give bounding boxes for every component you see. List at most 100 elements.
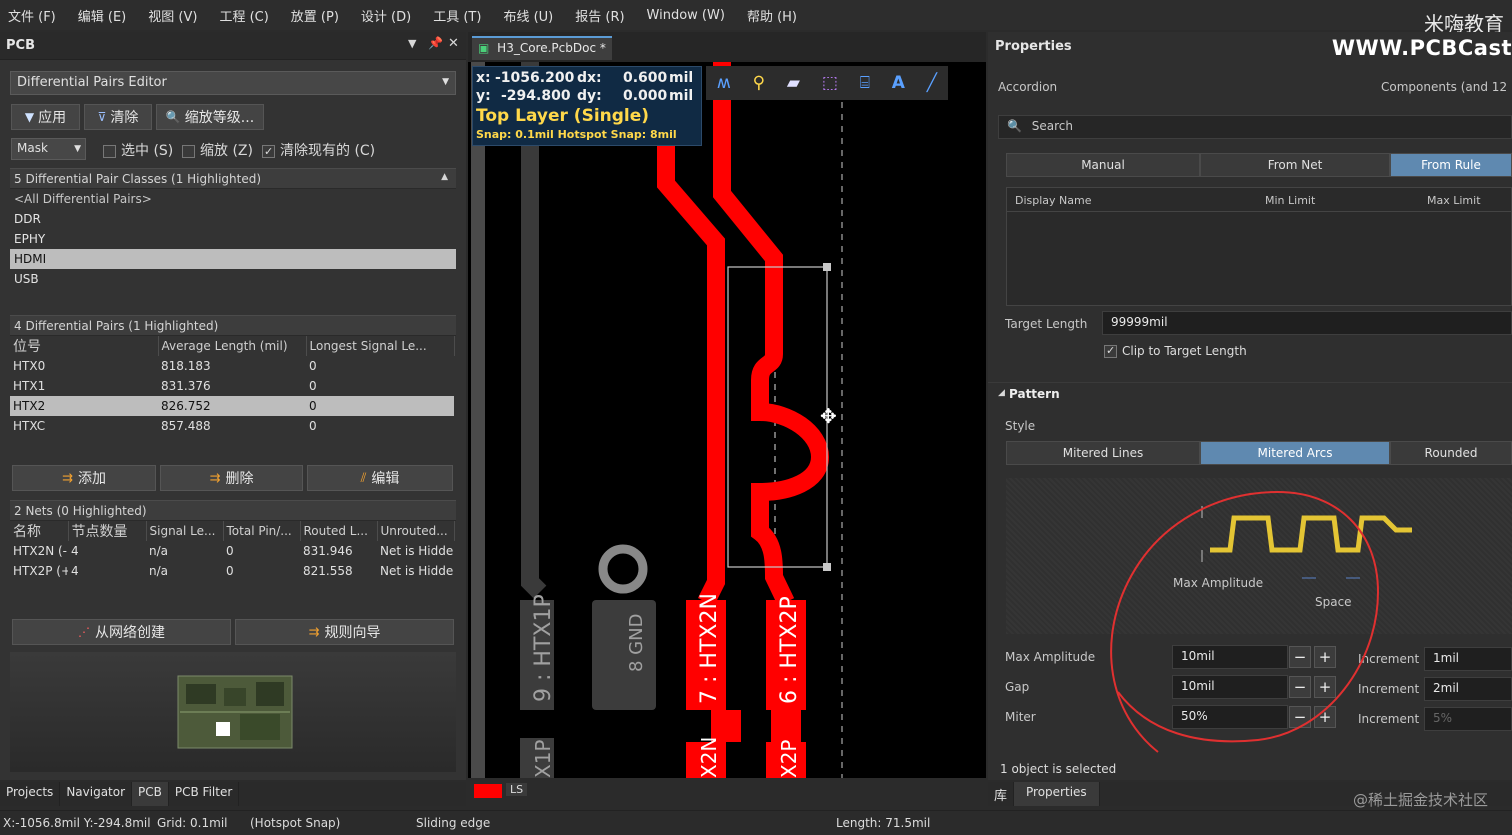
menu-window[interactable]: Window (W) <box>647 8 725 23</box>
zoom-checkbox[interactable]: 缩放 (Z) <box>182 140 253 160</box>
target-length-input[interactable]: 99999mil <box>1102 311 1512 335</box>
panel-menu-icon[interactable]: ▼ <box>408 37 416 50</box>
table-cell: 0 <box>309 419 317 433</box>
pcb-doc-icon: ▣ <box>478 41 490 55</box>
tab-pcb[interactable]: PCB <box>132 782 169 806</box>
table-row[interactable]: HTX0 818.183 0 <box>10 356 454 376</box>
table-row[interactable]: HTX2N (-) 4 n/a 0 831.946 Net is Hidde <box>10 541 454 561</box>
amplitude-increment-input[interactable]: 1mil <box>1424 647 1512 671</box>
search-field[interactable]: 🔍 Search <box>998 115 1512 139</box>
menu-tools[interactable]: 工具 (T) <box>433 6 481 25</box>
clip-checkbox[interactable]: Clip to Target Length <box>1104 344 1247 358</box>
tab-mitered-lines[interactable]: Mitered Lines <box>1006 441 1200 465</box>
board-preview[interactable] <box>10 652 456 772</box>
tab-properties[interactable]: Properties <box>1014 782 1100 806</box>
menu-view[interactable]: 视图 (V) <box>148 6 197 25</box>
menu-design[interactable]: 设计 (D) <box>361 6 411 25</box>
tab-from-rule[interactable]: From Rule <box>1390 153 1512 177</box>
table-cell: 831.946 <box>303 544 353 558</box>
table-row[interactable]: HTX1 831.376 0 <box>10 376 454 396</box>
column-header[interactable]: Signal Le... <box>146 521 224 541</box>
draw-line-icon[interactable]: ╱ <box>927 73 937 93</box>
list-item[interactable]: EPHY <box>10 229 456 249</box>
list-item[interactable]: USB <box>10 269 456 289</box>
close-icon[interactable]: ✕ <box>448 36 459 51</box>
tab-library[interactable]: 库 <box>988 782 1015 806</box>
column-header[interactable]: Routed L... <box>300 521 378 541</box>
add-pair-button[interactable]: ⇉ 添加 <box>12 465 156 491</box>
mask-select[interactable]: Mask ▼ <box>11 138 86 160</box>
menu-edit[interactable]: 编辑 (E) <box>78 6 127 25</box>
edit-pair-button[interactable]: ⫽ 编辑 <box>307 465 453 491</box>
text-icon[interactable]: A <box>892 73 905 93</box>
column-header[interactable]: 名称 <box>10 521 69 541</box>
column-header[interactable]: Unrouted... <box>377 521 455 541</box>
select-checkbox[interactable]: 选中 (S) <box>103 140 173 160</box>
current-layer-swatch[interactable] <box>474 784 502 798</box>
pin-icon[interactable]: 📌 <box>428 36 443 50</box>
menu-file[interactable]: 文件 (F) <box>8 6 56 25</box>
pad-icon[interactable]: ⚲ <box>753 73 765 93</box>
active-bar: ʍ ⚲ ▰ ⬚ ⌸ A ╱ <box>706 66 948 100</box>
wizard-icon: ⇉ <box>308 624 320 640</box>
list-item[interactable]: DDR <box>10 209 456 229</box>
left-bottom-tabs: Projects Navigator PCB PCB Filter <box>0 782 466 806</box>
column-header[interactable]: Total Pin/... <box>223 521 301 541</box>
apply-button[interactable]: ▼ 应用 <box>11 104 80 130</box>
table-row[interactable]: HTXC 857.488 0 <box>10 416 454 436</box>
checkbox-box <box>1104 345 1117 358</box>
gap-increment-input[interactable]: 2mil <box>1424 677 1512 701</box>
column-header[interactable]: Display Name <box>1015 194 1092 207</box>
hud-y-value: -294.800 <box>501 88 571 104</box>
tab-mitered-arcs[interactable]: Mitered Arcs <box>1200 441 1390 465</box>
miter-increment-input[interactable]: 5% <box>1424 707 1512 731</box>
tab-rounded[interactable]: Rounded <box>1390 441 1512 465</box>
interactive-routing-icon[interactable]: ʍ <box>717 73 731 93</box>
pcb-canvas[interactable]: ✥ 9 : HTX1P 8 GND 7 : HTX2N 6 : HTX2P X1… <box>468 62 986 778</box>
list-item[interactable]: <All Differential Pairs> <box>10 189 456 209</box>
table-row-selected[interactable]: HTX2 826.752 0 <box>10 396 454 416</box>
menu-project[interactable]: 工程 (C) <box>219 6 268 25</box>
tab-projects[interactable]: Projects <box>0 782 61 806</box>
tab-manual[interactable]: Manual <box>1006 153 1200 177</box>
panel-mode-select[interactable]: Differential Pairs Editor ▼ <box>10 71 456 95</box>
checkbox-box <box>262 144 275 158</box>
menu-route[interactable]: 布线 (U) <box>503 6 553 25</box>
status-grid: Grid: 0.1mil <box>157 816 228 830</box>
zoom-level-button[interactable]: 🔍 缩放等级... <box>156 104 264 130</box>
table-cell: HTXC <box>13 419 46 433</box>
column-header[interactable]: Longest Signal Le... <box>306 336 455 356</box>
collapse-triangle-icon[interactable]: ◢ <box>998 388 1005 398</box>
column-header[interactable]: 位号 <box>10 336 159 356</box>
fill-icon[interactable]: ▰ <box>787 73 800 93</box>
column-header[interactable]: Average Length (mil) <box>158 336 307 356</box>
pad-label-htx2n: 7 : HTX2N <box>697 593 722 704</box>
tab-pcb-filter[interactable]: PCB Filter <box>169 782 240 806</box>
menu-help[interactable]: 帮助 (H) <box>747 6 797 25</box>
pairs-header-text: 4 Differential Pairs (1 Highlighted) <box>14 319 219 333</box>
document-tab[interactable]: ▣ H3_Core.PcbDoc * <box>472 36 612 60</box>
list-item-selected[interactable]: HDMI <box>10 249 456 269</box>
dimension-icon[interactable]: ⌸ <box>860 73 870 93</box>
menu-place[interactable]: 放置 (P) <box>291 6 339 25</box>
table-row[interactable]: HTX2P (+ 4 n/a 0 821.558 Net is Hidde <box>10 561 454 581</box>
hud-dy-label: dy: <box>577 88 602 104</box>
selection-status: 1 object is selected <box>1000 762 1117 776</box>
clear-button[interactable]: ⊽ 清除 <box>84 104 152 130</box>
collapse-icon[interactable]: ▲ <box>441 172 448 182</box>
column-header[interactable]: Min Limit <box>1265 194 1315 207</box>
menu-reports[interactable]: 报告 (R) <box>575 6 624 25</box>
line-icon[interactable]: ⬚ <box>822 73 838 93</box>
clear-existing-checkbox[interactable]: 清除现有的 (C) <box>262 140 375 160</box>
delete-pair-button[interactable]: ⇉ 删除 <box>160 465 303 491</box>
layer-set-tab[interactable]: LS <box>506 783 528 796</box>
rule-wizard-button[interactable]: ⇉ 规则向导 <box>235 619 454 645</box>
column-header[interactable]: 节点数量 <box>68 521 147 541</box>
column-header[interactable]: Max Limit <box>1427 194 1481 207</box>
create-from-nets-button[interactable]: ⋰ 从网络创建 <box>12 619 231 645</box>
nets-header: 2 Nets (0 Highlighted) <box>10 500 456 521</box>
tab-from-net[interactable]: From Net <box>1200 153 1390 177</box>
hud-x-label: x: <box>476 70 491 86</box>
table-cell: HTX2P (+ <box>13 564 68 578</box>
tab-navigator[interactable]: Navigator <box>60 782 133 806</box>
